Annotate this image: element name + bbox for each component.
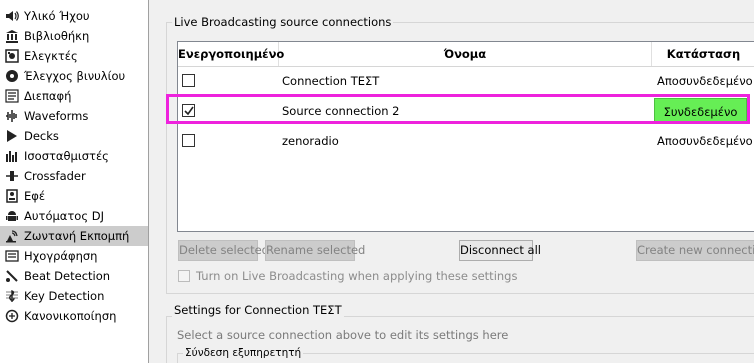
onair-option[interactable]: Turn on Live Broadcasting when applying …: [178, 269, 517, 283]
sidebar-item-controllers[interactable]: Ελεγκτές: [0, 46, 148, 66]
table-header: Ενεργοποιημένο Όνομα Κατάσταση: [178, 42, 754, 67]
broadcast-icon: [4, 228, 20, 244]
sidebar-item-label: Έλεγχος βινυλίου: [24, 69, 126, 83]
beat-detection-icon: [4, 268, 20, 284]
sidebar-item-label: Βιβλιοθήκη: [24, 29, 90, 43]
connections-group-title: Live Broadcasting source connections: [172, 15, 394, 29]
sidebar-item-label: Waveforms: [24, 109, 89, 123]
rename-selected-button[interactable]: Rename selected: [265, 240, 365, 261]
sidebar-item-label: Decks: [24, 129, 59, 143]
library-icon: [4, 28, 20, 44]
sidebar-item-label: Υλικό Ήχου: [24, 9, 90, 23]
crossfader-icon: [4, 168, 20, 184]
row-highlight-frame: [166, 94, 750, 124]
table-row[interactable]: Connection ΤΕΣΤ Αποσυνδεδεμένο: [178, 66, 754, 96]
sidebar-item-auto-dj[interactable]: Αυτόματος DJ: [0, 206, 148, 226]
sidebar-item-label: Crossfader: [24, 169, 86, 183]
preferences-window: Υλικό Ήχου Βιβλιοθήκη Ελεγκτές Έλεγχος β…: [0, 0, 754, 363]
treble-clef-icon: [4, 288, 20, 304]
connections-table[interactable]: Ενεργοποιημένο Όνομα Κατάσταση Connectio…: [177, 41, 754, 232]
row-status: Αποσυνδεδεμένο: [657, 134, 753, 148]
speaker-icon: [4, 8, 20, 24]
row-enabled-checkbox[interactable]: [182, 74, 195, 87]
interface-icon: [4, 88, 20, 104]
sidebar-item-decks[interactable]: Decks: [0, 126, 148, 146]
recording-icon: [4, 248, 20, 264]
sidebar-item-label: Beat Detection: [24, 269, 111, 283]
server-connection-title: Σύνδεση εξυπηρετητή: [183, 347, 304, 359]
equalizer-icon: [4, 148, 20, 164]
sidebar-item-label: Ελεγκτές: [24, 49, 78, 63]
preferences-sidebar: Υλικό Ήχου Βιβλιοθήκη Ελεγκτές Έλεγχος β…: [0, 0, 149, 363]
sidebar-item-live-broadcasting[interactable]: Ζωντανή Εκπομπή: [0, 226, 148, 246]
sidebar-item-vinyl-control[interactable]: Έλεγχος βινυλίου: [0, 66, 148, 86]
sidebar-item-label: Ζωντανή Εκπομπή: [24, 229, 130, 243]
onair-label: Turn on Live Broadcasting when applying …: [196, 269, 518, 283]
sidebar-item-recording[interactable]: Ηχογράφηση: [0, 246, 148, 266]
sidebar-item-effects[interactable]: Εφέ: [0, 186, 148, 206]
sidebar-item-library[interactable]: Βιβλιοθήκη: [0, 26, 148, 46]
sidebar-item-label: Αυτόματος DJ: [24, 209, 104, 223]
effects-icon: [4, 188, 20, 204]
sidebar-item-crossfader[interactable]: Crossfader: [0, 166, 148, 186]
sidebar-item-label: Key Detection: [24, 289, 105, 303]
column-header-enabled[interactable]: Ενεργοποιημένο: [178, 42, 284, 66]
controller-icon: [4, 48, 20, 64]
sidebar-item-label: Κανονικοποίηση: [24, 309, 117, 323]
sidebar-item-label: Διεπαφή: [24, 89, 72, 103]
sidebar-item-sound-hardware[interactable]: Υλικό Ήχου: [0, 6, 148, 26]
row-enabled-checkbox[interactable]: [182, 134, 195, 147]
row-name: Connection ΤΕΣΤ: [282, 74, 380, 88]
settings-hint: Select a source connection above to edit…: [177, 328, 509, 342]
delete-selected-button[interactable]: Delete selected: [178, 240, 269, 261]
waveform-icon: [4, 108, 20, 124]
sidebar-item-normalization[interactable]: Κανονικοποίηση: [0, 306, 148, 326]
play-icon: [4, 128, 20, 144]
sidebar-item-equalizers[interactable]: Ισοσταθμιστές: [0, 146, 148, 166]
row-name: zenoradio: [282, 134, 339, 148]
column-header-status[interactable]: Κατάσταση: [652, 42, 754, 66]
sidebar-item-label: Ηχογράφηση: [24, 249, 98, 263]
onair-checkbox[interactable]: [178, 270, 190, 282]
sidebar-item-key-detection[interactable]: Key Detection: [0, 286, 148, 306]
row-status: Αποσυνδεδεμένο: [657, 74, 753, 88]
disconnect-all-button[interactable]: Disconnect all: [459, 240, 541, 261]
sidebar-item-label: Εφέ: [24, 189, 46, 203]
sidebar-item-waveforms[interactable]: Waveforms: [0, 106, 148, 126]
create-new-connection-button[interactable]: Create new connection: [636, 240, 754, 261]
android-icon: [4, 208, 20, 224]
vinyl-icon: [4, 68, 20, 84]
sidebar-item-label: Ισοσταθμιστές: [24, 149, 109, 163]
table-row[interactable]: zenoradio Αποσυνδεδεμένο: [178, 126, 754, 156]
column-header-name[interactable]: Όνομα: [279, 42, 652, 66]
settings-group-title: Settings for Connection ΤΕΣΤ: [172, 303, 344, 317]
sidebar-item-beat-detection[interactable]: Beat Detection: [0, 266, 148, 286]
sidebar-item-interface[interactable]: Διεπαφή: [0, 86, 148, 106]
normalization-icon: [4, 308, 20, 324]
